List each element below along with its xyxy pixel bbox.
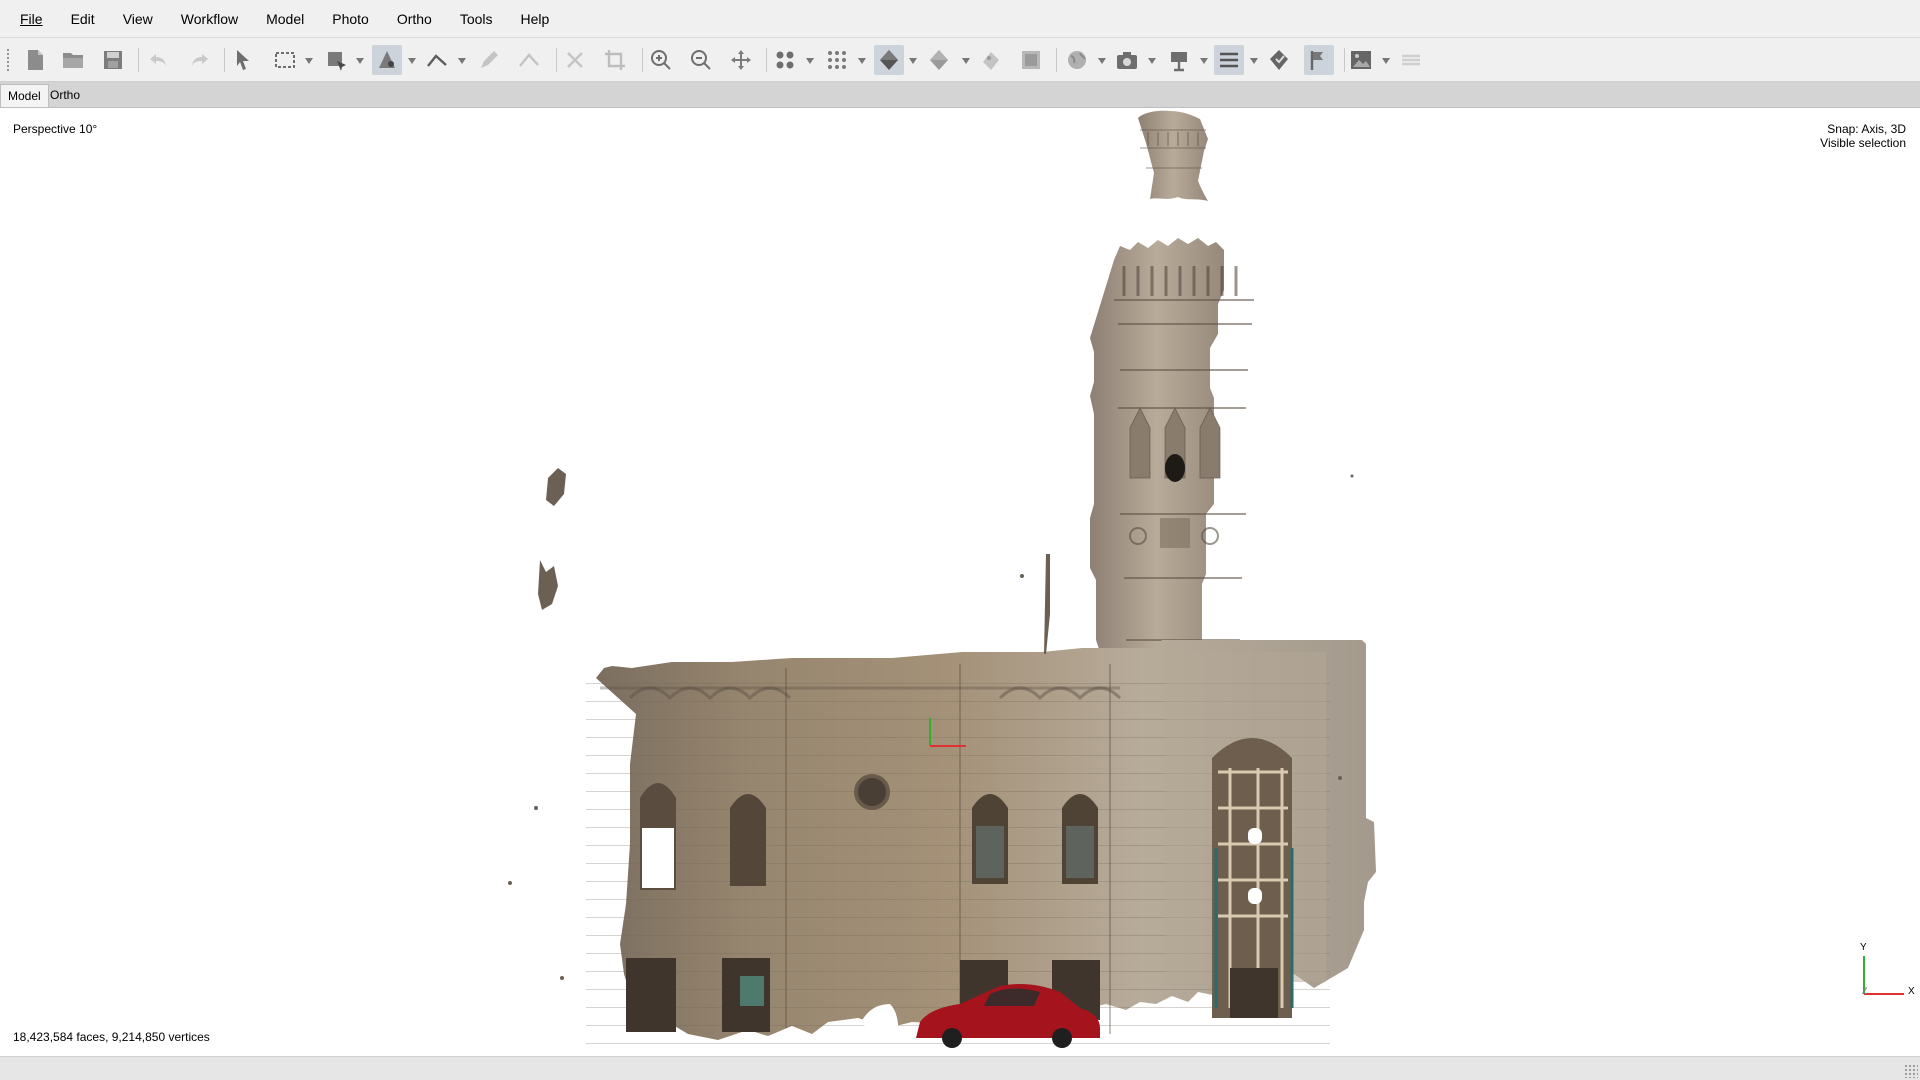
crop-icon[interactable] <box>600 45 630 75</box>
chevron-down-icon[interactable] <box>356 58 364 64</box>
tab-ortho[interactable]: Ortho <box>43 84 87 106</box>
menu-view[interactable]: View <box>121 9 155 29</box>
axis-y-label: Y <box>1860 942 1867 953</box>
view-tabs: Model Ortho <box>0 82 1920 108</box>
layers-icon[interactable] <box>1396 45 1426 75</box>
save-icon[interactable] <box>98 45 128 75</box>
toolbar-grip[interactable] <box>6 48 10 72</box>
texture-icon[interactable] <box>976 45 1006 75</box>
resize-grip[interactable] <box>1904 1064 1918 1078</box>
menu-tools[interactable]: Tools <box>458 9 495 29</box>
menu-model[interactable]: Model <box>264 9 306 29</box>
zoom-out-icon[interactable] <box>686 45 716 75</box>
chevron-down-icon[interactable] <box>806 58 814 64</box>
main-toolbar <box>0 38 1920 82</box>
chevron-down-icon[interactable] <box>1148 58 1156 64</box>
dense-points-icon[interactable] <box>822 45 852 75</box>
zoom-in-icon[interactable] <box>646 45 676 75</box>
orthomosaic-icon[interactable] <box>1346 45 1376 75</box>
polyline-icon[interactable] <box>514 45 544 75</box>
delete-icon[interactable] <box>560 45 590 75</box>
redo-icon[interactable] <box>184 45 214 75</box>
minaret-shaft <box>1090 238 1254 652</box>
open-folder-icon[interactable] <box>58 45 88 75</box>
move-icon[interactable] <box>726 45 756 75</box>
model-stats: 18,423,584 faces, 9,214,850 vertices <box>13 1030 210 1044</box>
polygon-selection-icon[interactable] <box>322 45 352 75</box>
globe-icon[interactable] <box>1062 45 1092 75</box>
wireframe-icon[interactable] <box>1016 45 1046 75</box>
minaret-top <box>1138 110 1208 201</box>
ruler-icon[interactable] <box>422 45 452 75</box>
point-cloud-icon[interactable] <box>770 45 800 75</box>
markers-icon[interactable] <box>1264 45 1294 75</box>
menu-edit[interactable]: Edit <box>69 9 97 29</box>
chevron-down-icon[interactable] <box>458 58 466 64</box>
flag-icon[interactable] <box>1304 45 1334 75</box>
axis-z-label: Z <box>1862 986 1868 996</box>
mosque-3d-model[interactable] <box>0 108 1920 1056</box>
chevron-down-icon[interactable] <box>962 58 970 64</box>
menu-file[interactable]: File <box>18 9 45 29</box>
tab-model[interactable]: Model <box>0 84 49 107</box>
status-bar <box>0 1056 1920 1080</box>
axes-gizmo: Y X Z <box>1858 942 1918 1002</box>
rectangle-selection-icon[interactable] <box>270 45 300 75</box>
chevron-down-icon[interactable] <box>1200 58 1208 64</box>
chevron-down-icon[interactable] <box>858 58 866 64</box>
menu-photo[interactable]: Photo <box>330 9 371 29</box>
navigation-arrow-icon[interactable] <box>228 45 258 75</box>
menu-help[interactable]: Help <box>519 9 552 29</box>
model-solid-icon[interactable] <box>924 45 954 75</box>
camera-pose-icon[interactable] <box>1164 45 1194 75</box>
model-viewport[interactable]: Perspective 10° Snap: Axis, 3D Visible s… <box>0 108 1920 1056</box>
chevron-down-icon[interactable] <box>1250 58 1258 64</box>
menu-lines-icon[interactable] <box>1214 45 1244 75</box>
menu-ortho[interactable]: Ortho <box>395 9 434 29</box>
chevron-down-icon[interactable] <box>909 58 917 64</box>
chevron-down-icon[interactable] <box>305 58 313 64</box>
axis-x-label: X <box>1908 986 1915 997</box>
chevron-down-icon[interactable] <box>1098 58 1106 64</box>
mosque-wall <box>586 640 1376 1056</box>
model-shaded-icon[interactable] <box>874 45 904 75</box>
undo-icon[interactable] <box>144 45 174 75</box>
menu-bar: File Edit View Workflow Model Photo Orth… <box>0 0 1920 38</box>
menu-workflow[interactable]: Workflow <box>179 9 240 29</box>
new-document-icon[interactable] <box>20 45 50 75</box>
camera-icon[interactable] <box>1112 45 1142 75</box>
chevron-down-icon[interactable] <box>1382 58 1390 64</box>
chevron-down-icon[interactable] <box>408 58 416 64</box>
draw-shape-icon[interactable] <box>372 45 402 75</box>
pencil-icon[interactable] <box>474 45 504 75</box>
